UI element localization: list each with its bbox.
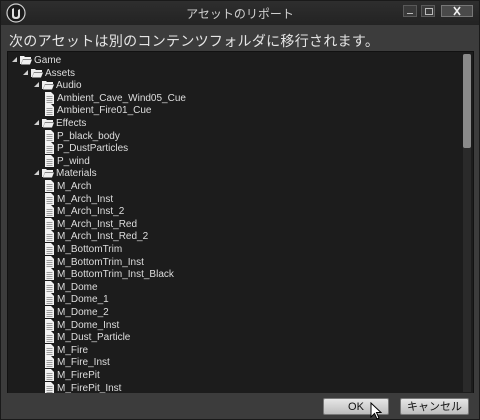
expand-arrow-icon[interactable] [34,82,40,88]
file-icon [45,142,54,155]
file-icon [45,205,54,218]
scrollbar-thumb[interactable] [463,54,471,148]
tree-item-label: P_black_body [57,130,120,142]
tree-item-label: M_FirePit [57,370,100,381]
tree-item-label: M_Dome_Inst [57,319,120,331]
cancel-button[interactable]: キャンセル [400,398,469,415]
asset-tree: Game Assets Audio Ambient_Cave_Wind05_Cue Am… [8,52,459,394]
tree-item-label: M_Arch_Inst [57,193,114,205]
tree-item-label: Audio [56,80,82,92]
file-icon [45,293,54,306]
file-icon [45,318,54,331]
tree-item-label: Materials [56,168,97,180]
tree-item-label: P_DustParticles [57,143,129,155]
file-icon [45,306,54,318]
tree-item-label: M_Dust_Particle [57,332,131,344]
tree-item-label: Game [34,55,62,66]
file-icon [45,230,54,243]
tree-item-label: M_Arch_Inst_Red [57,218,138,230]
migrate-message: 次のアセットは別のコンテンツフォルダに移行されます。 [9,33,380,49]
file-icon [45,369,54,381]
file-icon [45,217,54,230]
mouse-pointer-icon [370,402,382,420]
maximize-button[interactable] [421,5,435,17]
file-icon [45,356,54,369]
tree-item-label: P_wind [57,155,90,167]
asset-tree-panel: Game Assets Audio Ambient_Cave_Wind05_Cue Am… [7,51,474,395]
file-icon [45,268,54,281]
file-icon [45,192,54,205]
migrate-assets-dialog: アセットのリポート 次のアセットは別のコンテンツフォルダに移行されます。 Gam… [0,0,480,420]
tree-item-label: Ambient_Cave_Wind05_Cue [57,92,186,104]
tree-item-label: Effects [56,118,87,129]
folder-open-icon [42,81,54,90]
tree-item-label: M_Arch_Inst_2 [57,206,125,218]
tree-item-label: M_Dome [57,281,98,293]
expand-arrow-icon[interactable] [23,69,29,76]
folder-open-icon [42,169,54,178]
folder-open-icon [20,56,32,65]
file-icon [45,343,54,356]
close-icon [453,6,461,16]
vertical-scrollbar[interactable] [463,54,471,392]
file-icon [45,255,54,268]
tree-item-label: Ambient_Fire01_Cue [57,105,152,117]
tree-item-label: M_Dome_1 [57,294,109,306]
file-icon [45,280,54,293]
tree-item-label: M_Fire [57,344,89,356]
title-bar[interactable]: アセットのリポート [1,1,479,25]
tree-item-label: M_BottomTrim_Inst [57,256,144,268]
file-icon [45,129,54,142]
tree-item-label: M_Arch [57,181,92,192]
file-icon [45,154,54,167]
close-button[interactable] [441,5,473,17]
file-icon [45,331,54,344]
expand-arrow-icon[interactable] [34,170,40,176]
expand-arrow-icon[interactable] [34,120,40,126]
file-icon [45,243,54,255]
expand-arrow-icon[interactable] [12,57,18,63]
dialog-footer: OK キャンセル [1,393,479,419]
tree-item-label: M_Dome_2 [57,307,109,318]
tree-item-label: Assets [45,67,76,79]
tree-item-label: M_BottomTrim [57,244,123,255]
tree-item-label: M_Fire_Inst [57,357,110,369]
folder-open-icon [31,68,43,78]
file-icon [45,180,54,192]
tree-item-label: M_BottomTrim_Inst_Black [57,269,174,281]
file-icon [45,104,54,117]
tree-item-label: M_Arch_Inst_Red_2 [57,231,149,243]
folder-open-icon [42,119,54,128]
file-icon [45,381,54,394]
file-icon [45,91,54,104]
minimize-button[interactable] [403,5,417,17]
